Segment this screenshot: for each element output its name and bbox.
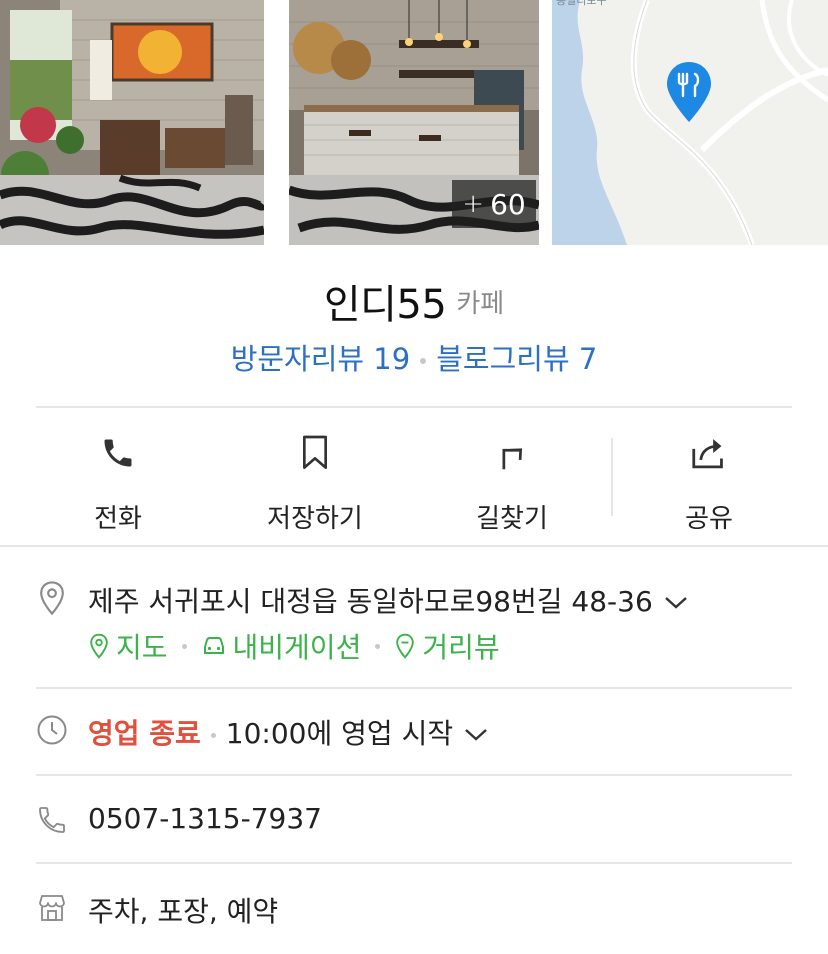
share-button[interactable]: 공유: [619, 432, 799, 535]
action-bar: 전화 저장하기 길찾기 공유: [0, 410, 828, 545]
map-link[interactable]: 지도: [88, 626, 168, 666]
save-label: 저장하기: [267, 504, 363, 534]
business-status: 영업 종료: [88, 717, 201, 750]
amenities-text: 주차, 포장, 예약: [88, 895, 279, 928]
address-row[interactable]: 제주 서귀포시 대정읍 동일하모로98번길 48-36: [88, 580, 689, 620]
bookmark-icon: [303, 435, 327, 469]
photo-strip: + 60 동일리포구: [0, 0, 828, 245]
divider: [36, 687, 792, 689]
separator-dot: [210, 732, 216, 738]
streetview-icon: [396, 633, 415, 659]
action-separator: [611, 438, 613, 516]
store-icon: [36, 890, 68, 926]
chevron-down-icon: [664, 597, 687, 609]
streetview-link-label: 거리뷰: [422, 631, 500, 664]
more-photos-badge[interactable]: + 60: [452, 180, 536, 228]
directions-label: 길찾기: [476, 504, 548, 534]
title-row: 인디55 카페: [0, 272, 828, 330]
navigation-link[interactable]: 내비게이션: [201, 626, 362, 666]
cafe-photo-1[interactable]: [0, 0, 264, 245]
directions-icon: [502, 448, 523, 470]
divider: [36, 406, 792, 408]
save-button[interactable]: 저장하기: [225, 432, 405, 535]
cafe-photo-2[interactable]: + 60: [289, 0, 539, 245]
next-open-time: 10:00에 영업 시작: [225, 717, 454, 750]
address-links: 지도 내비게이션 거리뷰: [88, 626, 500, 666]
place-name: 인디55: [323, 282, 447, 328]
divider: [36, 774, 792, 776]
phone-number[interactable]: 0507-1315-7937: [88, 802, 322, 835]
map-link-label: 지도: [116, 631, 168, 664]
call-label: 전화: [94, 504, 142, 534]
share-label: 공유: [685, 504, 733, 534]
separator-dot: [181, 643, 187, 649]
place-category: 카페: [456, 288, 505, 319]
blog-review-link[interactable]: 블로그리뷰 7: [436, 342, 597, 376]
map-thumbnail[interactable]: 동일리포구: [552, 0, 828, 245]
location-pin-icon: [36, 580, 68, 616]
visitor-review-link[interactable]: 방문자리뷰 19: [231, 342, 411, 376]
divider: [36, 862, 792, 864]
more-photos-count: 60: [490, 187, 526, 221]
phone-icon: [104, 439, 132, 467]
separator-dot: [420, 358, 427, 364]
separator-dot: [375, 643, 381, 649]
navigation-link-label: 내비게이션: [232, 631, 362, 664]
streetview-link[interactable]: 거리뷰: [394, 626, 500, 666]
share-icon: [692, 439, 723, 469]
divider: [0, 545, 828, 547]
car-icon: [203, 637, 224, 654]
map-pin-icon: [90, 633, 108, 659]
map-place-label: 동일리포구: [556, 0, 607, 7]
chevron-down-icon: [465, 729, 487, 741]
directions-button[interactable]: 길찾기: [422, 432, 602, 535]
phone-outline-icon: [36, 802, 68, 838]
call-button[interactable]: 전화: [28, 432, 208, 535]
address-text: 제주 서귀포시 대정읍 동일하모로98번길 48-36: [88, 585, 653, 618]
review-row: 방문자리뷰 19 블로그리뷰 7: [0, 336, 828, 378]
plus-icon: +: [462, 189, 485, 219]
hours-row[interactable]: 영업 종료 10:00에 영업 시작: [88, 712, 489, 752]
clock-icon: [36, 712, 68, 748]
